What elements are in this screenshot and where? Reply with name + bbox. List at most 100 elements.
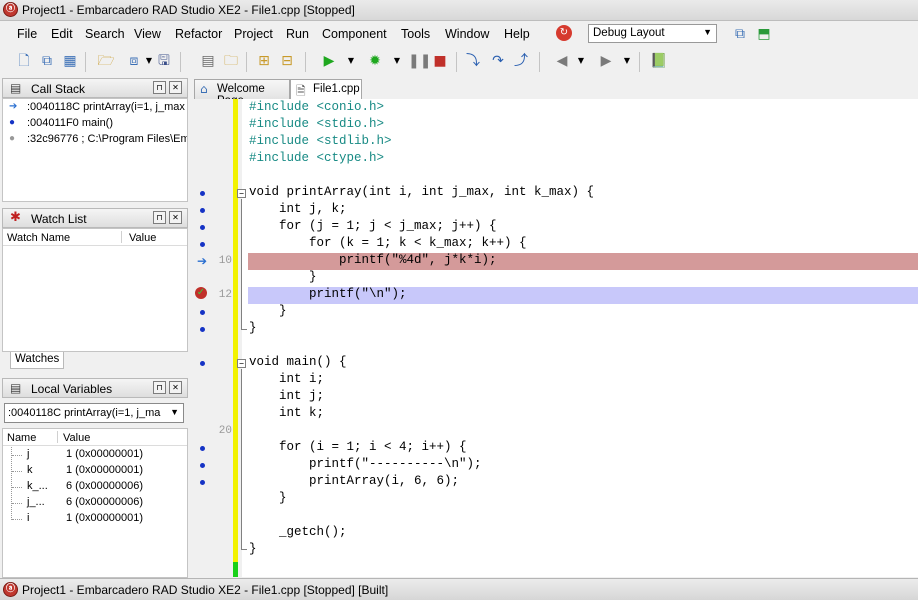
variable-name: i [27,512,30,524]
save-layout-icon[interactable]: ↻ [556,25,572,41]
chevron-down-icon[interactable]: ▼ [342,52,360,70]
code-line: _getch(); [249,525,347,539]
code-line: #include <ctype.h> [249,151,385,165]
new-form-icon[interactable]: ▦ [61,52,79,70]
code-line: #include <stdio.h> [249,117,385,131]
watch-list-header: ✱ Watch List ⊓ ✕ [2,208,188,228]
breakpoint-dot[interactable] [200,361,205,366]
watch-list-column-headers: Watch Name Value [3,229,187,246]
code-line: #include <stdlib.h> [249,134,392,148]
back-icon[interactable]: ◀ [553,52,571,70]
code-line: } [249,270,317,284]
desktop-icon[interactable]: ⧉ [731,25,749,43]
app-icon[interactable]: ⓐ [3,2,18,17]
menu-refactor[interactable]: Refactor [175,27,222,41]
remove-from-project-icon[interactable]: ⊟ [278,52,296,70]
menu-window[interactable]: Window [445,27,489,41]
menu-run[interactable]: Run [286,27,309,41]
open-icon[interactable]: 🗁 [97,52,115,70]
toolbar: 🗋 ⧉ ▦ 🗁 ⧈ ▼ 🖫 ▤ 🗀 ⊞ ⊟ ▶ ▼ ✹ ▼ ❚❚ ■ ⤵ ↷ ⤴… [0,47,918,75]
menu-project[interactable]: Project [234,27,273,41]
app-icon: ⓐ [3,582,18,597]
watch-list-title: Watch List [31,212,87,226]
pin-icon[interactable]: ⊓ [153,81,166,94]
tab-welcome-page[interactable]: ⌂ Welcome Page [194,79,290,107]
breakpoint-dot[interactable] [200,327,205,332]
code-line: printf("%4d", j*k*i); [249,253,497,267]
call-stack-icon: ▤ [10,81,22,95]
frame-dropdown[interactable]: :0040118C printArray(i=1, j_ma ▼ [4,403,184,423]
save-icon[interactable]: 🖫 [155,52,173,70]
breakpoint-dot[interactable] [200,310,205,315]
pin-icon[interactable]: ⊓ [153,381,166,394]
menu-tools[interactable]: Tools [401,27,430,41]
menu-edit[interactable]: Edit [51,27,73,41]
breakpoint-dot[interactable] [200,191,205,196]
call-stack-header: ▤ Call Stack ⊓ ✕ [2,78,188,98]
step-over-icon[interactable]: ↷ [489,52,507,70]
code-line: void printArray(int i, int j_max, int k_… [249,185,595,199]
reset-icon[interactable]: ■ [431,52,449,70]
menu-file[interactable]: File [17,27,37,41]
code-line: for (i = 1; i < 4; i++) { [249,440,467,454]
bug-icon: ✱ [10,210,21,225]
menu-view[interactable]: View [134,27,161,41]
help-book-icon[interactable]: 📗 [650,52,668,70]
set-desktop-icon[interactable]: ⬒ [755,25,773,43]
breakpoint-dot[interactable] [200,480,205,485]
status-bar: ⓐ Project1 - Embarcadero RAD Studio XE2 … [0,578,918,600]
call-stack-row[interactable]: :32c96776 ; C:\Program Files\Em [27,133,187,145]
column-header-value[interactable]: Value [63,432,90,444]
open-folder-icon[interactable]: 🗀 [222,52,240,70]
code-editor[interactable]: ➔ ✓ 10 12 20 − − #include <conio.h> #inc… [192,99,918,577]
menu-component[interactable]: Component [322,27,387,41]
code-line: int j, k; [249,202,347,216]
tab-watches[interactable]: Watches [10,352,65,369]
close-icon[interactable]: ✕ [169,381,182,394]
fold-toggle[interactable]: − [237,189,246,198]
chevron-down-icon[interactable]: ▼ [618,52,636,70]
forward-icon[interactable]: ▶ [597,52,615,70]
add-to-project-icon[interactable]: ⊞ [255,52,273,70]
execution-point-arrow-icon: ➔ [197,254,208,268]
breakpoint-valid-icon[interactable]: ✓ [195,287,207,299]
modified-lines-bar [233,99,238,562]
pin-icon[interactable]: ⊓ [153,211,166,224]
local-variables-header: ▤ Local Variables ⊓ ✕ [2,378,188,398]
variables-icon: ▤ [10,381,22,395]
local-variables-title: Local Variables [31,382,113,396]
close-icon[interactable]: ✕ [169,211,182,224]
save-all-icon[interactable]: ▤ [199,52,217,70]
close-icon[interactable]: ✕ [169,81,182,94]
variable-name: j [27,448,30,460]
call-stack-list: ➔ :0040118C printArray(i=1, j_max ● :004… [2,98,188,202]
layout-dropdown[interactable]: Debug Layout ▼ [588,24,717,43]
variable-value: 6 (0x00000006) [66,496,144,508]
fold-toggle[interactable]: − [237,359,246,368]
breakpoint-dot[interactable] [200,446,205,451]
run-until-return-icon[interactable]: ⤴ [512,52,530,70]
run-without-debug-icon[interactable]: ✹ [366,52,384,70]
breakpoint-dot[interactable] [200,242,205,247]
breakpoint-dot[interactable] [200,225,205,230]
column-header-name[interactable]: Name [7,432,36,444]
column-header-watch-name[interactable]: Watch Name [7,232,70,244]
trace-into-icon[interactable]: ⤵ [464,52,482,70]
new-items-icon[interactable]: 🗋 [15,52,33,70]
chevron-down-icon[interactable]: ▼ [572,52,590,70]
breakpoint-dot[interactable] [200,208,205,213]
call-stack-row[interactable]: :0040118C printArray(i=1, j_max [27,101,187,113]
menu-search[interactable]: Search [85,27,125,41]
menu-help[interactable]: Help [504,27,530,41]
new-unit-icon[interactable]: ⧉ [38,52,56,70]
column-header-value[interactable]: Value [129,232,156,244]
local-variables-column-headers: Name Value [3,429,187,446]
pause-icon[interactable]: ❚❚ [408,52,431,70]
tab-file1-cpp[interactable]: 🗎 File1.cpp [290,79,362,100]
code-line: printArray(i, 6, 6); [249,474,460,488]
chevron-down-icon[interactable]: ▼ [388,52,406,70]
breakpoint-dot[interactable] [200,463,205,468]
call-stack-row[interactable]: :004011F0 main() [27,117,187,129]
watch-list-body: Watch Name Value [2,228,188,352]
run-icon[interactable]: ▶ [320,52,338,70]
